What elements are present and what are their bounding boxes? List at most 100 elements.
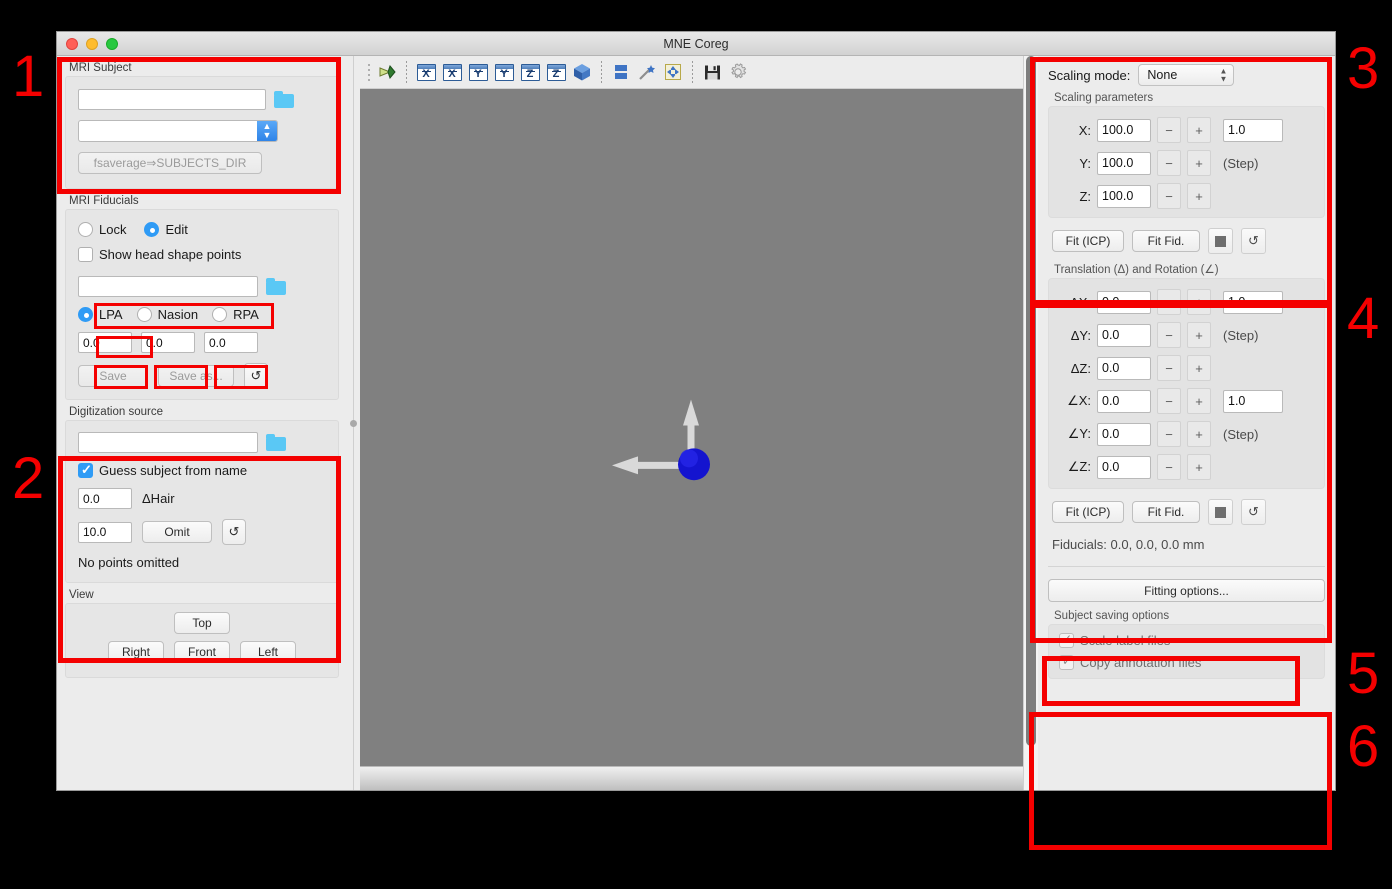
hair-label: ΔHair xyxy=(142,491,175,506)
scaling-reset-button[interactable]: ↺ xyxy=(1241,228,1266,254)
scale-x-minus-button[interactable]: − xyxy=(1157,117,1181,143)
view-z-pos-icon[interactable]: Z xyxy=(517,59,543,85)
omit-distance-input[interactable] xyxy=(78,521,132,543)
fiducial-y-input[interactable] xyxy=(141,332,195,353)
save-icon[interactable] xyxy=(699,59,725,85)
view-front-button[interactable]: Front xyxy=(174,641,230,663)
folder-icon[interactable] xyxy=(274,91,294,108)
show-head-shape-checkbox[interactable]: Show head shape points xyxy=(78,247,241,262)
translation-step-input[interactable] xyxy=(1223,290,1283,314)
folder-icon[interactable] xyxy=(266,278,286,295)
scale-x-input[interactable] xyxy=(1097,118,1151,142)
rpa-radio[interactable]: RPA xyxy=(212,307,259,322)
scale-step-input[interactable] xyxy=(1223,118,1283,142)
transform-stop-button[interactable] xyxy=(1208,499,1233,525)
rot-x-minus-button[interactable]: − xyxy=(1157,388,1181,414)
guess-subject-checkbox[interactable]: Guess subject from name xyxy=(78,462,247,478)
trans-x-input[interactable] xyxy=(1097,290,1151,314)
fsaverage-button[interactable]: fsaverage⇒SUBJECTS_DIR xyxy=(78,152,262,174)
trans-y-input[interactable] xyxy=(1097,323,1151,347)
view-x-neg-icon[interactable]: X xyxy=(439,59,465,85)
rot-x-label: ∠X: xyxy=(1067,393,1091,408)
isometric-view-icon[interactable] xyxy=(569,59,595,85)
scale-y-plus-button[interactable]: + xyxy=(1187,150,1211,176)
lock-radio[interactable]: Lock xyxy=(78,222,126,237)
rot-x-input[interactable] xyxy=(1097,389,1151,413)
view-x-pos-icon[interactable]: X xyxy=(413,59,439,85)
scale-label-files-checkbox[interactable]: Scale label files xyxy=(1059,632,1170,648)
scrollbar-thumb[interactable] xyxy=(1026,56,1036,746)
view-y-neg-icon[interactable]: Y xyxy=(491,59,517,85)
reset-fiducials-icon[interactable]: ↺ xyxy=(244,363,268,389)
scale-y-row: Y: − + (Step) xyxy=(1057,150,1316,176)
trans-y-minus-button[interactable]: − xyxy=(1157,322,1181,348)
subjects-dir-input[interactable] xyxy=(78,89,266,110)
reset-omit-icon[interactable]: ↺ xyxy=(222,519,246,545)
scaling-fit-fid-button[interactable]: Fit Fid. xyxy=(1132,230,1200,252)
right-panel-scrollbar[interactable] xyxy=(1024,56,1038,790)
subject-combobox[interactable]: ▲ ▼ xyxy=(78,120,278,142)
screenshot-root: MNE Coreg MRI Subject ▲ ▼ fsaverage⇒SUBJ… xyxy=(0,0,1392,889)
scale-z-plus-button[interactable]: + xyxy=(1187,183,1211,209)
window-title: MNE Coreg xyxy=(663,36,729,51)
rot-y-plus-button[interactable]: + xyxy=(1187,421,1211,447)
save-fiducials-button[interactable]: Save xyxy=(78,365,148,387)
copy-annotation-files-checkbox[interactable]: Copy annotation files xyxy=(1059,654,1201,670)
fullscreen-icon[interactable] xyxy=(660,59,686,85)
magic-wand-icon[interactable] xyxy=(634,59,660,85)
view-z-neg-icon[interactable]: Z xyxy=(543,59,569,85)
status-bar xyxy=(360,766,1023,790)
transform-reset-button[interactable]: ↺ xyxy=(1241,499,1266,525)
checkbox-icon xyxy=(78,247,93,262)
rot-x-plus-button[interactable]: + xyxy=(1187,388,1211,414)
fitting-options-button[interactable]: Fitting options... xyxy=(1048,579,1325,602)
scaling-fit-row: Fit (ICP) Fit Fid. ↺ xyxy=(1048,228,1325,254)
left-splitter-handle[interactable] xyxy=(347,56,360,790)
trans-z-plus-button[interactable]: + xyxy=(1187,355,1211,381)
lpa-radio[interactable]: LPA xyxy=(78,307,123,322)
trans-y-plus-button[interactable]: + xyxy=(1187,322,1211,348)
rot-z-minus-button[interactable]: − xyxy=(1157,454,1181,480)
view-right-button[interactable]: Right xyxy=(108,641,164,663)
settings-gear-icon[interactable] xyxy=(725,59,751,85)
digitization-file-input[interactable] xyxy=(78,432,258,453)
scaling-mode-row: Scaling mode: None ▲ ▼ xyxy=(1048,64,1325,86)
transform-fit-fid-button[interactable]: Fit Fid. xyxy=(1132,501,1200,523)
reset-view-icon[interactable] xyxy=(374,59,400,85)
view-y-pos-icon[interactable]: Y xyxy=(465,59,491,85)
scale-y-minus-button[interactable]: − xyxy=(1157,150,1181,176)
scaling-stop-button[interactable] xyxy=(1208,228,1233,254)
scaling-fit-icp-button[interactable]: Fit (ICP) xyxy=(1052,230,1124,252)
trans-z-input[interactable] xyxy=(1097,356,1151,380)
toolbar-drag-handle[interactable] xyxy=(364,61,374,83)
scale-x-plus-button[interactable]: + xyxy=(1187,117,1211,143)
scale-z-input[interactable] xyxy=(1097,184,1151,208)
folder-icon[interactable] xyxy=(266,434,286,451)
scale-z-minus-button[interactable]: − xyxy=(1157,183,1181,209)
rot-y-input[interactable] xyxy=(1097,422,1151,446)
fiducial-x-input[interactable] xyxy=(78,332,132,353)
nasion-radio[interactable]: Nasion xyxy=(136,307,198,322)
rotation-step-input[interactable] xyxy=(1223,389,1283,413)
fiducials-file-input[interactable] xyxy=(78,276,258,297)
rot-z-plus-button[interactable]: + xyxy=(1187,454,1211,480)
trans-z-label: ΔZ: xyxy=(1070,360,1091,376)
hair-distance-input[interactable] xyxy=(78,488,132,509)
trans-x-minus-button[interactable]: − xyxy=(1157,289,1181,315)
scale-y-input[interactable] xyxy=(1097,151,1151,175)
3d-viewport[interactable] xyxy=(360,89,1023,766)
omit-button[interactable]: Omit xyxy=(142,521,212,543)
rot-y-minus-button[interactable]: − xyxy=(1157,421,1181,447)
trans-x-plus-button[interactable]: + xyxy=(1187,289,1211,315)
left-panel: MRI Subject ▲ ▼ fsaverage⇒SUBJECTS_DIR M… xyxy=(57,56,347,790)
view-top-button[interactable]: Top xyxy=(174,612,230,634)
rot-z-input[interactable] xyxy=(1097,455,1151,479)
scaling-mode-select[interactable]: None ▲ ▼ xyxy=(1138,64,1235,86)
fiducial-z-input[interactable] xyxy=(204,332,258,353)
view-left-button[interactable]: Left xyxy=(240,641,296,663)
save-fiducials-as-button[interactable]: Save as... xyxy=(158,365,234,387)
split-layout-icon[interactable] xyxy=(608,59,634,85)
transform-fit-icp-button[interactable]: Fit (ICP) xyxy=(1052,501,1124,523)
trans-z-minus-button[interactable]: − xyxy=(1157,355,1181,381)
edit-radio[interactable]: Edit xyxy=(144,222,188,237)
